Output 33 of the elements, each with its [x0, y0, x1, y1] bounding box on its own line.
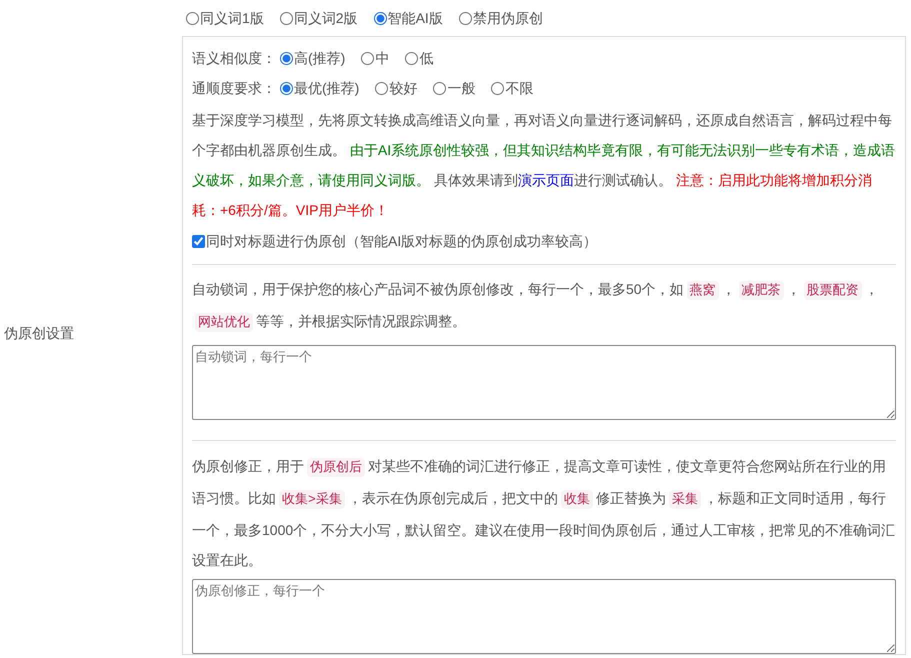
- setting-radio-option[interactable]: 不限: [505, 78, 534, 98]
- description-paragraph: 基于深度学习模型，先将原文转换成高维语义向量，再对语义向量进行逐词解码，还原成自然语言，解码过程中每个字都由机器原创生成。 由于AI系统原创性较强，但其知识结构毕竟有限，有可能无法识别一些专有术语，造成语义破坏，如果介意，请使用同义词版。 具体效果请到演示页面进行测试确认。 注意：启用此功能将增加积分消耗：+6积分/篇。VIP用户半价！: [192, 111, 896, 220]
- radio-button[interactable]: [280, 52, 293, 64]
- checkbox[interactable]: [192, 234, 205, 248]
- section-label: 伪原创设置: [4, 324, 74, 342]
- radio-button[interactable]: [458, 12, 472, 25]
- setting-label: 通顺度要求：: [192, 78, 276, 98]
- mode-radio-option[interactable]: 禁用伪原创: [472, 8, 543, 29]
- setting-radio-option[interactable]: 低: [419, 48, 434, 68]
- setting-radio-option[interactable]: 中: [375, 48, 390, 68]
- radio-button[interactable]: [280, 82, 293, 94]
- radio-button[interactable]: [361, 52, 374, 64]
- lock-words-input-field[interactable]: 自动锁词，每行一个: [192, 345, 896, 420]
- lock-words-description: 自动锁词，用于保护您的核心产品词不被伪原创修改，每行一个，最多50个，如 燕窝 ， 减肥茶 ， 股票配资 ， 网站优化 等等，并根据实际情况跟踪调整。: [192, 280, 880, 334]
- demo-page-link[interactable]: 演示页面: [518, 172, 574, 188]
- radio-button[interactable]: [491, 82, 504, 94]
- mode-radio-option[interactable]: 同义词1版: [200, 8, 264, 29]
- radio-button[interactable]: [186, 12, 199, 25]
- setting-radio-option[interactable]: 一般: [447, 78, 476, 98]
- radio-button[interactable]: [374, 12, 387, 25]
- setting-label: 语义相似度：: [192, 48, 276, 68]
- checkbox-label[interactable]: 同时对标题进行伪原创（智能AI版对标题的伪原创成功率较高）: [206, 230, 598, 252]
- radio-button[interactable]: [375, 82, 388, 94]
- correction-input-field[interactable]: 伪原创修正，每行一个: [192, 579, 896, 654]
- setting-radio-option[interactable]: 高(推荐): [294, 48, 346, 68]
- radio-button[interactable]: [405, 52, 418, 64]
- mode-radio-option[interactable]: 同义词2版: [294, 8, 358, 29]
- setting-radio-option[interactable]: 较好: [389, 78, 418, 98]
- radio-button[interactable]: [433, 82, 446, 94]
- correction-description: 伪原创修正，用于 伪原创后 对某些不准确的词汇进行修正，提高文章可读性，使文章更符合您网站所在行业的用语习惯。比如 收集>采集 ，表示在伪原创完成后，把文中的 收集 修正替换为 采集 ，标题和正文同时适用，每行一个，最多1000个，不分大小写，默认留空。建议在使用一段时间伪原创后，通过人工审核，把常见的不准确词汇设置在此。: [192, 457, 896, 570]
- setting-radio-option[interactable]: 最优(推荐): [294, 78, 360, 98]
- mode-radio-option[interactable]: 智能AI版: [388, 8, 443, 29]
- radio-button[interactable]: [280, 12, 293, 25]
